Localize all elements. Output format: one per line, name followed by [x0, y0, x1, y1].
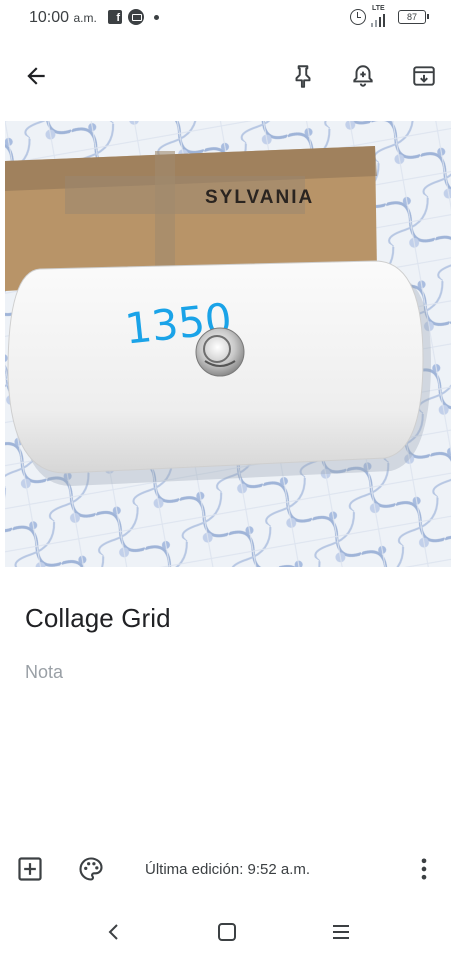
- nav-recents-button[interactable]: [325, 916, 357, 948]
- notification-dot-icon: [154, 14, 159, 20]
- nav-home-button[interactable]: [211, 916, 243, 948]
- nav-back-icon: [108, 924, 118, 940]
- system-icons: LTE 87: [350, 5, 429, 27]
- archive-button[interactable]: [404, 56, 444, 96]
- archive-icon: [413, 66, 435, 86]
- network-type-label: LTE: [372, 5, 385, 12]
- status-bar: 10:00 a.m. f LTE 87: [0, 0, 454, 36]
- reminder-bell-icon: [353, 65, 373, 87]
- reminder-button[interactable]: [343, 56, 383, 96]
- battery-icon: 87: [398, 10, 429, 24]
- note-title[interactable]: Collage Grid: [25, 603, 171, 634]
- pin-icon: [295, 65, 311, 88]
- more-options-button[interactable]: [408, 853, 440, 885]
- status-time-ampm: a.m.: [73, 11, 97, 25]
- battery-level: 87: [406, 12, 417, 22]
- palette-icon: [79, 857, 103, 881]
- more-vertical-icon: [421, 858, 427, 880]
- box-brand-text: SYLVANIA: [205, 187, 314, 208]
- note-toolbar: [0, 48, 454, 104]
- add-content-button[interactable]: [14, 853, 46, 885]
- system-navigation-bar: [0, 904, 454, 960]
- pin-button[interactable]: [283, 56, 323, 96]
- facebook-icon: f: [108, 10, 122, 24]
- toilet-tank-lid-photo: SYLVANIA 1350: [5, 121, 451, 567]
- alarm-icon: [350, 9, 366, 25]
- note-image[interactable]: SYLVANIA 1350: [5, 121, 451, 567]
- last-edited-status: Última edición: 9:52 a.m.: [145, 861, 311, 878]
- note-body-input[interactable]: Nota: [25, 662, 63, 683]
- note-bottom-bar: Última edición: 9:52 a.m.: [0, 845, 454, 893]
- nav-back-button[interactable]: [98, 916, 130, 948]
- nav-recents-icon: [333, 925, 349, 939]
- back-button[interactable]: [16, 56, 56, 96]
- status-time: 10:00 a.m.: [29, 9, 97, 27]
- status-time-value: 10:00: [29, 9, 70, 26]
- messenger-icon: [128, 9, 144, 25]
- nav-home-icon: [218, 923, 236, 941]
- color-palette-button[interactable]: [75, 853, 107, 885]
- back-arrow-icon: [27, 67, 45, 85]
- add-box-icon: [18, 857, 42, 881]
- signal-icon: LTE: [371, 5, 393, 27]
- notification-icons: f: [108, 9, 159, 25]
